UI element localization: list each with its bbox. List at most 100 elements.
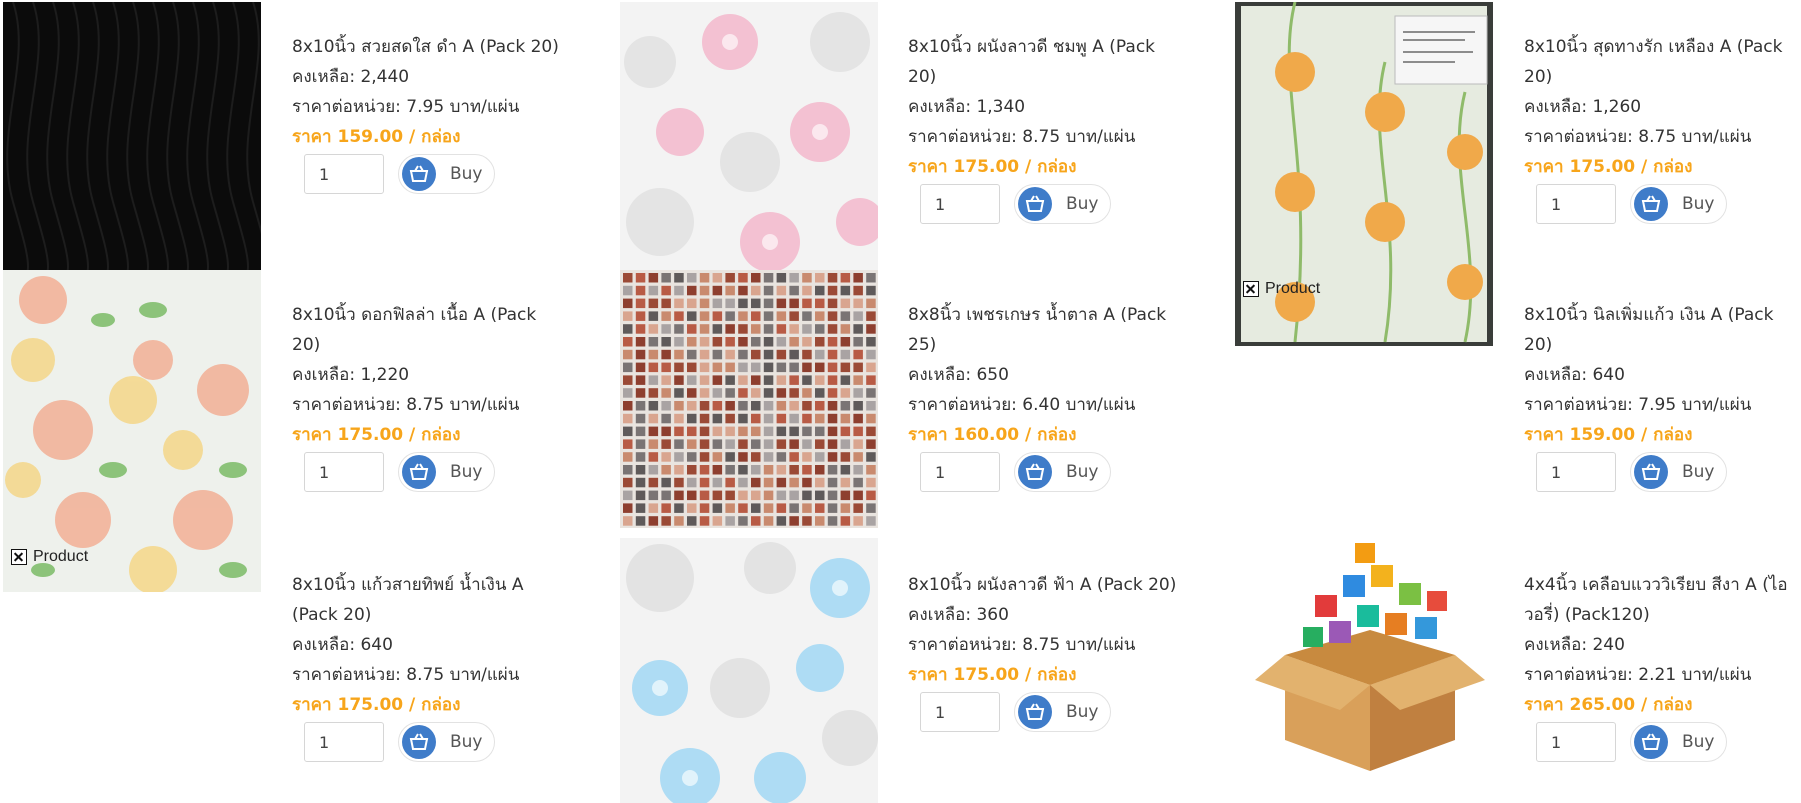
buy-button[interactable]: Buy <box>1630 184 1727 224</box>
product-name[interactable]: 8x10นิ้ว นิลเพิ่มแก้ว เงิน A (Pack 20) <box>1524 300 1794 360</box>
quantity-input[interactable] <box>920 692 1000 732</box>
product-image-hibiscus[interactable]: Product <box>3 270 261 592</box>
product-stock: คงเหลือ: 640 <box>1524 365 1625 385</box>
product-image-pink[interactable] <box>620 2 878 270</box>
buy-label: Buy <box>1066 194 1099 214</box>
basket-icon <box>1018 695 1052 729</box>
buy-row: Buy <box>1524 184 1794 228</box>
product-price: ราคา 160.00 / กล่อง <box>908 425 1077 445</box>
product-name[interactable]: 8x8นิ้ว เพชรเกษร น้ำตาล A (Pack 25) <box>908 300 1178 360</box>
buy-row: Buy <box>1524 722 1794 766</box>
buy-row: Buy <box>908 184 1178 228</box>
product-unit-price: ราคาต่อหน่วย: 7.95 บาท/แผ่น <box>292 97 520 117</box>
buy-row: Buy <box>1524 452 1794 496</box>
buy-button[interactable]: Buy <box>398 452 495 492</box>
buy-label: Buy <box>1682 462 1715 482</box>
buy-row: Buy <box>292 154 562 198</box>
product-stock: คงเหลือ: 2,440 <box>292 67 410 87</box>
buy-label: Buy <box>450 164 483 184</box>
buy-button[interactable]: Buy <box>1630 452 1727 492</box>
buy-row: Buy <box>908 452 1178 496</box>
buy-button[interactable]: Buy <box>1014 452 1111 492</box>
buy-label: Buy <box>1066 702 1099 722</box>
quantity-input[interactable] <box>304 154 384 194</box>
quantity-input[interactable] <box>304 452 384 492</box>
product-stock: คงเหลือ: 640 <box>292 635 393 655</box>
product-name[interactable]: 8x10นิ้ว สุดทางรัก เหลือง A (Pack 20) <box>1524 32 1794 92</box>
product-stock: คงเหลือ: 360 <box>908 605 1009 625</box>
product-stock: คงเหลือ: 1,260 <box>1524 97 1642 117</box>
broken-image-alt: Product <box>33 548 89 565</box>
product-stock: คงเหลือ: 1,340 <box>908 97 1026 117</box>
product-image-box[interactable] <box>1255 535 1485 771</box>
product-name[interactable]: 8x10นิ้ว สวยสดใส ดำ A (Pack 20) <box>292 32 562 62</box>
product-unit-price: ราคาต่อหน่วย: 6.40 บาท/แผ่น <box>908 395 1136 415</box>
buy-row: Buy <box>908 692 1178 736</box>
product-unit-price: ราคาต่อหน่วย: 8.75 บาท/แผ่น <box>292 665 520 685</box>
product-name[interactable]: 8x10นิ้ว ดอกฟิลล่า เนื้อ A (Pack 20) <box>292 300 562 360</box>
product-price: ราคา 175.00 / กล่อง <box>292 425 461 445</box>
basket-icon <box>1018 187 1052 221</box>
basket-icon <box>1634 455 1668 489</box>
product-unit-price: ราคาต่อหน่วย: 8.75 บาท/แผ่น <box>908 127 1136 147</box>
basket-icon <box>402 455 436 489</box>
product-unit-price: ราคาต่อหน่วย: 7.95 บาท/แผ่น <box>1524 395 1752 415</box>
quantity-input[interactable] <box>920 452 1000 492</box>
product-card-4: 8x10นิ้ว ดอกฟิลล่า เนื้อ A (Pack 20) คงเ… <box>292 300 562 496</box>
quantity-input[interactable] <box>920 184 1000 224</box>
buy-button[interactable]: Buy <box>1630 722 1727 762</box>
buy-label: Buy <box>1682 194 1715 214</box>
product-card-1: 8x10นิ้ว สวยสดใส ดำ A (Pack 20) คงเหลือ:… <box>292 32 562 198</box>
product-price: ราคา 175.00 / กล่อง <box>292 695 461 715</box>
product-unit-price: ราคาต่อหน่วย: 8.75 บาท/แผ่น <box>1524 127 1752 147</box>
buy-label: Buy <box>450 732 483 752</box>
basket-icon <box>1634 187 1668 221</box>
buy-label: Buy <box>1066 462 1099 482</box>
product-stock: คงเหลือ: 650 <box>908 365 1009 385</box>
basket-icon <box>402 725 436 759</box>
broken-image-alt: Product <box>1265 280 1321 297</box>
buy-button[interactable]: Buy <box>398 154 495 194</box>
product-image-blue[interactable] <box>620 538 878 803</box>
buy-button[interactable]: Buy <box>398 722 495 762</box>
quantity-input[interactable] <box>1536 452 1616 492</box>
buy-label: Buy <box>450 462 483 482</box>
quantity-input[interactable] <box>1536 184 1616 224</box>
product-price: ราคา 265.00 / กล่อง <box>1524 695 1693 715</box>
buy-row: Buy <box>292 722 562 766</box>
product-name[interactable]: 8x10นิ้ว แก้วสายทิพย์ น้ำเงิน A (Pack 20… <box>292 570 562 630</box>
product-card-9: 4x4นิ้ว เคลือบแวววิเรียบ สีงา A (ไอวอรี่… <box>1524 570 1794 766</box>
product-price: ราคา 175.00 / กล่อง <box>908 157 1077 177</box>
product-unit-price: ราคาต่อหน่วย: 8.75 บาท/แผ่น <box>908 635 1136 655</box>
product-card-8: 8x10นิ้ว ผนังลาวดี ฟ้า A (Pack 20) คงเหล… <box>908 570 1178 736</box>
buy-button[interactable]: Buy <box>1014 692 1111 732</box>
product-card-2: 8x10นิ้ว ผนังลาวดี ชมพู A (Pack 20) คงเห… <box>908 32 1178 228</box>
product-price: ราคา 159.00 / กล่อง <box>1524 425 1693 445</box>
product-card-6: 8x10นิ้ว นิลเพิ่มแก้ว เงิน A (Pack 20) ค… <box>1524 300 1794 496</box>
quantity-input[interactable] <box>304 722 384 762</box>
buy-button[interactable]: Buy <box>1014 184 1111 224</box>
product-price: ราคา 159.00 / กล่อง <box>292 127 461 147</box>
broken-image-placeholder: Product <box>11 548 88 566</box>
broken-image-placeholder: Product <box>1243 280 1320 298</box>
buy-row: Buy <box>292 452 562 496</box>
basket-icon <box>1634 725 1668 759</box>
product-stock: คงเหลือ: 240 <box>1524 635 1625 655</box>
product-image-yellow[interactable]: Product <box>1235 2 1493 346</box>
product-name[interactable]: 8x10นิ้ว ผนังลาวดี ชมพู A (Pack 20) <box>908 32 1178 92</box>
buy-label: Buy <box>1682 732 1715 752</box>
product-price: ราคา 175.00 / กล่อง <box>1524 157 1693 177</box>
basket-icon <box>402 157 436 191</box>
product-card-5: 8x8นิ้ว เพชรเกษร น้ำตาล A (Pack 25) คงเห… <box>908 300 1178 496</box>
product-image-mosaic[interactable] <box>620 270 878 528</box>
broken-image-icon <box>1243 281 1259 297</box>
product-price: ราคา 175.00 / กล่อง <box>908 665 1077 685</box>
quantity-input[interactable] <box>1536 722 1616 762</box>
product-unit-price: ราคาต่อหน่วย: 2.21 บาท/แผ่น <box>1524 665 1752 685</box>
product-card-7: 8x10นิ้ว แก้วสายทิพย์ น้ำเงิน A (Pack 20… <box>292 570 562 766</box>
product-stock: คงเหลือ: 1,220 <box>292 365 410 385</box>
product-name[interactable]: 4x4นิ้ว เคลือบแวววิเรียบ สีงา A (ไอวอรี่… <box>1524 570 1794 630</box>
product-image-black[interactable] <box>3 2 261 270</box>
product-card-3: 8x10นิ้ว สุดทางรัก เหลือง A (Pack 20) คง… <box>1524 32 1794 228</box>
product-name[interactable]: 8x10นิ้ว ผนังลาวดี ฟ้า A (Pack 20) <box>908 570 1178 600</box>
